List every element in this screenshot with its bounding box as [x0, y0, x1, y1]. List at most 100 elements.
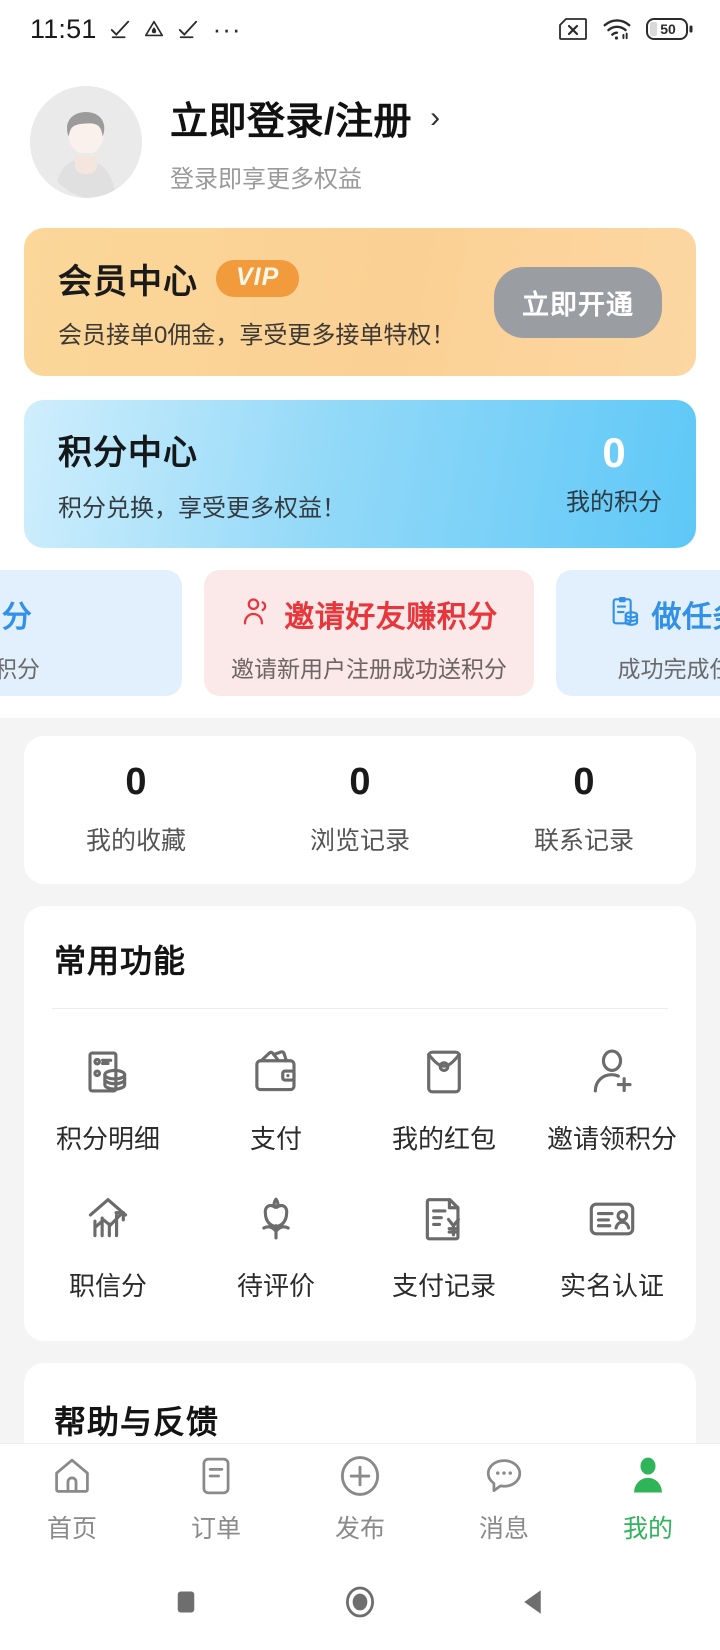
- points-detail-icon: [79, 1043, 137, 1101]
- function-label: 待评价: [236, 1271, 315, 1301]
- stat-browse-history[interactable]: 0 浏览记录: [248, 763, 472, 857]
- task-coins-icon: [608, 595, 642, 634]
- battery-icon: 50: [646, 16, 694, 42]
- status-bar: 11:51 ··· 50: [0, 0, 720, 58]
- id-card-icon: [583, 1190, 641, 1248]
- triangle-drop-icon: [143, 18, 165, 40]
- function-pending-review[interactable]: 待评价: [192, 1178, 360, 1315]
- invoice-yuan-icon: [415, 1190, 473, 1248]
- tab-publish[interactable]: 发布: [288, 1452, 432, 1545]
- grey-section: 0 我的收藏 0 浏览记录 0 联系记录 常用功能 积分明细 支付 我的红包 邀…: [0, 718, 720, 1443]
- status-bar-left: 11:51 ···: [30, 14, 242, 45]
- points-card-text: 积分中心 积分兑换，享受更多权益！: [58, 425, 346, 523]
- recents-square-icon[interactable]: [168, 1584, 204, 1620]
- earn-card-title: 邀请好友赚积分: [284, 601, 498, 634]
- vip-activate-button[interactable]: 立即开通: [494, 266, 662, 338]
- avatar[interactable]: [30, 86, 142, 198]
- home-circle-icon[interactable]: [339, 1581, 381, 1623]
- stat-label: 联系记录: [533, 827, 634, 855]
- points-value-label: 我的积分: [566, 488, 662, 516]
- function-invite-points[interactable]: 邀请领积分: [528, 1031, 696, 1168]
- tab-label: 发布: [334, 1515, 385, 1543]
- invite-person-icon: [240, 595, 274, 634]
- vip-badge: VIP: [216, 260, 300, 297]
- function-label: 支付记录: [391, 1271, 496, 1301]
- chat-bubble-icon: [482, 1452, 526, 1500]
- earn-points-carousel[interactable]: 分 积分 邀请好友赚积分 邀请新用户注册成功送积分 做任 成功完成: [0, 570, 720, 718]
- page-scroll-area[interactable]: 立即登录/注册 › 登录即享更多权益 会员中心 VIP 会员接单0佣金，享受更多…: [0, 58, 720, 1443]
- vip-subtitle: 会员接单0佣金，享受更多接单特权！: [58, 322, 456, 349]
- vip-title-row: 会员中心 VIP: [58, 254, 455, 303]
- bottom-tab-bar: 首页 订单 发布 消息 我的: [0, 1443, 720, 1553]
- points-value-block: 0 我的积分: [566, 428, 662, 517]
- stat-contact-history[interactable]: 0 联系记录: [472, 763, 696, 857]
- red-packet-icon: [415, 1043, 473, 1101]
- earn-card-subtitle: 邀请新用户注册成功送积分: [231, 656, 507, 682]
- stat-label: 我的收藏: [85, 827, 186, 855]
- stat-favorites[interactable]: 0 我的收藏: [24, 763, 248, 857]
- person-icon: [626, 1452, 670, 1500]
- vip-membership-card[interactable]: 会员中心 VIP 会员接单0佣金，享受更多接单特权！ 立即开通: [24, 228, 696, 376]
- earn-card-title: 做任务赚积分: [651, 601, 720, 634]
- function-label: 积分明细: [55, 1124, 160, 1154]
- vip-card-text: 会员中心 VIP 会员接单0佣金，享受更多接单特权！: [58, 254, 455, 350]
- tab-label: 消息: [478, 1515, 529, 1543]
- more-dots-icon: ···: [212, 14, 242, 44]
- function-payment-records[interactable]: 支付记录: [360, 1178, 528, 1315]
- common-functions-card: 常用功能 积分明细 支付 我的红包 邀请领积分 职信分 待评价 支付记录 实名认…: [24, 906, 696, 1341]
- stat-value: 0: [349, 761, 371, 803]
- growth-chart-icon: [79, 1190, 137, 1248]
- status-bar-right: 50: [558, 16, 694, 42]
- help-feedback-card[interactable]: 帮助与反馈: [24, 1363, 696, 1443]
- vip-title: 会员中心: [58, 263, 198, 301]
- function-label: 邀请领积分: [546, 1124, 677, 1154]
- function-credit-score[interactable]: 职信分: [24, 1178, 192, 1315]
- function-label: 支付: [249, 1124, 302, 1154]
- home-icon: [50, 1452, 94, 1500]
- tab-messages[interactable]: 消息: [432, 1452, 576, 1545]
- stat-value: 0: [125, 761, 147, 803]
- earn-card-head: 邀请好友赚积分: [240, 592, 498, 636]
- back-triangle-icon[interactable]: [516, 1584, 552, 1620]
- tab-label: 我的: [622, 1515, 673, 1543]
- earn-card-partial-left[interactable]: 分 积分: [0, 570, 182, 696]
- tab-label: 订单: [190, 1515, 241, 1543]
- function-real-name-auth[interactable]: 实名认证: [528, 1178, 696, 1315]
- login-subtitle: 登录即享更多权益: [170, 166, 362, 193]
- login-register-button[interactable]: 立即登录/注册 ›: [170, 90, 440, 145]
- flower-icon: [247, 1190, 305, 1248]
- tab-profile[interactable]: 我的: [576, 1452, 720, 1545]
- common-functions-grid: 积分明细 支付 我的红包 邀请领积分 职信分 待评价 支付记录 实名认证: [24, 1009, 696, 1315]
- tab-orders[interactable]: 订单: [144, 1452, 288, 1545]
- phone-screen: 11:51 ··· 50 立即登录/注册 › 登录即享更多权益 会员中心 VIP…: [0, 0, 720, 1650]
- function-label: 我的红包: [391, 1124, 496, 1154]
- sim-card-off-icon: [558, 17, 588, 41]
- plus-circle-icon: [337, 1452, 383, 1500]
- earn-card-subtitle: 积分: [0, 656, 40, 682]
- chevron-right-icon: ›: [430, 100, 441, 134]
- wifi-icon: [602, 17, 632, 41]
- function-points-detail[interactable]: 积分明细: [24, 1031, 192, 1168]
- profile-header[interactable]: 立即登录/注册 › 登录即享更多权益: [0, 58, 720, 224]
- earn-card-do-tasks[interactable]: 做任务赚积分 成功完成任务送积分: [556, 570, 720, 696]
- android-system-nav: [0, 1553, 720, 1650]
- function-red-packet[interactable]: 我的红包: [360, 1031, 528, 1168]
- points-value: 0: [602, 428, 626, 476]
- function-label: 实名认证: [559, 1271, 664, 1301]
- tab-home[interactable]: 首页: [0, 1452, 144, 1545]
- earn-points-track[interactable]: 分 积分 邀请好友赚积分 邀请新用户注册成功送积分 做任 成功完成: [0, 570, 720, 696]
- earn-card-invite-friends[interactable]: 邀请好友赚积分 邀请新用户注册成功送积分: [204, 570, 534, 696]
- stat-value: 0: [573, 761, 595, 803]
- status-time: 11:51: [30, 13, 97, 44]
- login-title: 立即登录/注册: [170, 101, 413, 143]
- function-payment[interactable]: 支付: [192, 1031, 360, 1168]
- earn-card-head: 分: [2, 592, 33, 636]
- points-center-card[interactable]: 积分中心 积分兑换，享受更多权益！ 0 我的积分: [24, 400, 696, 548]
- points-title: 积分中心: [58, 434, 198, 472]
- add-person-icon: [583, 1043, 641, 1101]
- earn-card-head: 做任务赚积分: [608, 592, 720, 636]
- check-upload-icon: [109, 18, 131, 40]
- help-feedback-title: 帮助与反馈: [54, 1404, 220, 1440]
- earn-card-title: 分: [1, 601, 33, 634]
- common-functions-title: 常用功能: [54, 943, 187, 979]
